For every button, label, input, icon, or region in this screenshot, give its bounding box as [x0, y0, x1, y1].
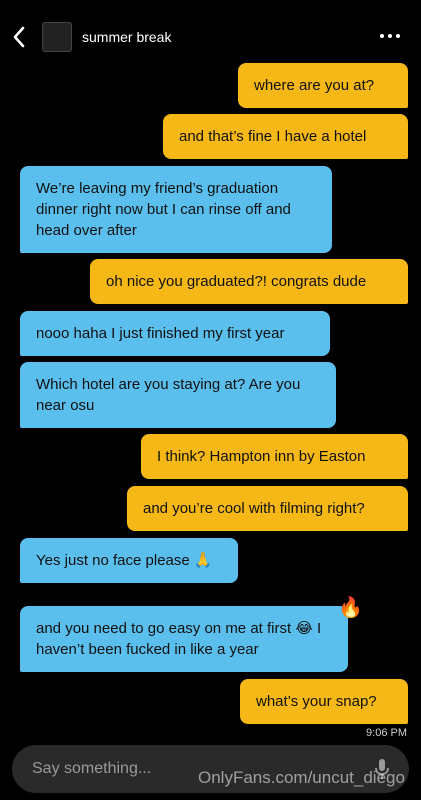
message-bubble-incoming[interactable]: We’re leaving my friend’s graduation din…	[20, 166, 332, 253]
message-text: We’re leaving my friend’s graduation din…	[36, 180, 291, 239]
message-bubble-outgoing[interactable]: what’s your snap?	[240, 679, 408, 724]
message-text: Yes just no face please 🙏	[36, 552, 213, 569]
message-text: oh nice you graduated?! congrats dude	[106, 273, 367, 290]
message-timestamp: 9:06 PM	[366, 727, 407, 739]
message-bubble-incoming[interactable]: Which hotel are you staying at? Are you …	[20, 362, 336, 428]
watermark: OnlyFans.com/uncut_diego	[198, 768, 405, 787]
fire-reaction-icon: 🔥	[338, 597, 363, 619]
more-horizontal-icon[interactable]	[375, 26, 405, 46]
message-text: and you need to go easy on me at first 😂…	[36, 620, 322, 658]
message-text: Which hotel are you staying at? Are you …	[36, 376, 301, 414]
message-text: nooo haha I just finished my first year	[36, 325, 285, 342]
message-text: and that’s fine I have a hotel	[179, 128, 367, 145]
message-bubble-incoming[interactable]: nooo haha I just finished my first year	[20, 311, 330, 356]
message-bubble-outgoing[interactable]: I think? Hampton inn by Easton	[141, 434, 408, 479]
message-bubble-outgoing[interactable]: and that’s fine I have a hotel	[163, 114, 408, 159]
message-text: I think? Hampton inn by Easton	[157, 448, 366, 465]
message-text: where are you at?	[254, 77, 375, 94]
message-bubble-incoming[interactable]: and you need to go easy on me at first 😂…	[20, 606, 348, 672]
message-bubble-outgoing[interactable]: and you’re cool with filming right?	[127, 486, 408, 531]
conversation-title: summer break	[82, 29, 172, 45]
chat-header: summer break	[0, 0, 421, 70]
message-text: what’s your snap?	[256, 693, 377, 710]
message-bubble-outgoing[interactable]: where are you at?	[238, 63, 408, 108]
chevron-left-icon[interactable]	[8, 24, 30, 50]
avatar[interactable]	[42, 22, 72, 52]
message-bubble-outgoing[interactable]: oh nice you graduated?! congrats dude	[90, 259, 408, 304]
message-bubble-incoming[interactable]: Yes just no face please 🙏	[20, 538, 238, 583]
message-text: and you’re cool with filming right?	[143, 500, 365, 517]
